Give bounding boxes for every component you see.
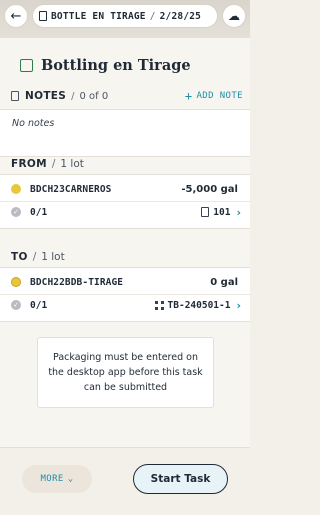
back-button[interactable]: ← — [4, 4, 28, 28]
grape-icon — [11, 277, 21, 287]
to-progress: 0/1 — [30, 299, 48, 311]
packaging-warning: Packaging must be entered on the desktop… — [37, 337, 214, 408]
task-breadcrumb: BOTTLE EN TIRAGE / 2/28/25 — [32, 4, 218, 28]
from-lot-row: BDCH23CARNEROS -5,000 gal — [11, 181, 238, 197]
to-lot-card[interactable]: BDCH22BDB-TIRAGE 0 gal ✓ 0/1 TB-240501-1… — [0, 267, 250, 322]
to-lot-row: BDCH22BDB-TIRAGE 0 gal — [11, 274, 238, 290]
bottom-action-bar: MORE ⌄ Start Task — [0, 447, 250, 515]
from-vessel-link[interactable]: 101 › — [201, 206, 241, 219]
more-label: MORE — [40, 474, 64, 484]
chevron-right-icon: › — [236, 205, 241, 219]
from-vessel: 101 — [213, 206, 231, 218]
start-task-label: Start Task — [150, 473, 211, 485]
warning-text: Packaging must be entered on the desktop… — [48, 352, 203, 393]
plus-icon: + — [184, 89, 193, 103]
cloud-icon: ☁ — [228, 9, 240, 23]
notes-list: No notes — [0, 109, 250, 157]
to-vessel-link[interactable]: TB-240501-1 › — [154, 298, 241, 312]
to-lot-code: BDCH22BDB-TIRAGE — [30, 276, 124, 288]
chevron-down-icon: ⌄ — [67, 474, 74, 484]
from-lot-amount: -5,000 gal — [181, 183, 238, 195]
from-separator: / — [51, 158, 56, 170]
sync-button[interactable]: ☁ — [222, 4, 246, 28]
from-header: FROM / 1 lot — [11, 156, 84, 172]
from-lot-code: BDCH23CARNEROS — [30, 183, 112, 195]
start-task-button[interactable]: Start Task — [133, 464, 228, 494]
to-label: TO — [11, 251, 28, 263]
clipboard-icon — [39, 11, 47, 21]
to-header: TO / 1 lot — [11, 249, 65, 265]
lot-divider — [0, 201, 250, 202]
add-note-button[interactable]: + ADD NOTE — [185, 89, 243, 103]
from-count: 1 lot — [60, 158, 84, 170]
notes-empty-text: No notes — [12, 118, 55, 129]
document-icon — [11, 91, 19, 101]
add-note-label: ADD NOTE — [196, 91, 243, 101]
task-title-row: Bottling en Tirage — [20, 54, 191, 76]
from-progress: 0/1 — [30, 206, 48, 218]
breadcrumb-separator: / — [149, 10, 156, 22]
task-date: 2/28/25 — [159, 10, 202, 22]
tank-icon — [201, 207, 210, 217]
task-title: Bottling en Tirage — [41, 56, 191, 74]
check-circle-icon: ✓ — [11, 300, 21, 310]
to-separator: / — [32, 251, 37, 263]
notes-count: 0 of 0 — [79, 90, 109, 102]
notes-header: NOTES / 0 of 0 + ADD NOTE — [11, 88, 243, 104]
lot-status-dot — [11, 184, 21, 194]
task-card: Bottling en Tirage NOTES / 0 of 0 + ADD … — [0, 38, 250, 478]
task-checkbox[interactable] — [20, 58, 33, 72]
to-vessel-row: ✓ 0/1 TB-240501-1 › — [11, 297, 241, 313]
check-circle-icon: ✓ — [11, 207, 21, 217]
task-name: BOTTLE EN TIRAGE — [51, 10, 146, 22]
notes-label: NOTES — [25, 90, 67, 102]
top-navigation: ← BOTTLE EN TIRAGE / 2/28/25 ☁ — [4, 4, 246, 28]
from-lot-card[interactable]: BDCH23CARNEROS -5,000 gal ✓ 0/1 101 › — [0, 174, 250, 229]
chevron-right-icon: › — [236, 298, 241, 312]
lot-divider — [0, 294, 250, 295]
arrow-left-icon: ← — [10, 8, 22, 24]
more-button[interactable]: MORE ⌄ — [22, 465, 92, 493]
to-count: 1 lot — [41, 251, 65, 263]
to-vessel: TB-240501-1 — [167, 299, 231, 311]
pallet-grid-icon — [154, 300, 164, 310]
to-lot-amount: 0 gal — [210, 276, 238, 288]
notes-separator: / — [71, 90, 75, 102]
from-label: FROM — [11, 158, 47, 170]
from-vessel-row: ✓ 0/1 101 › — [11, 204, 241, 220]
